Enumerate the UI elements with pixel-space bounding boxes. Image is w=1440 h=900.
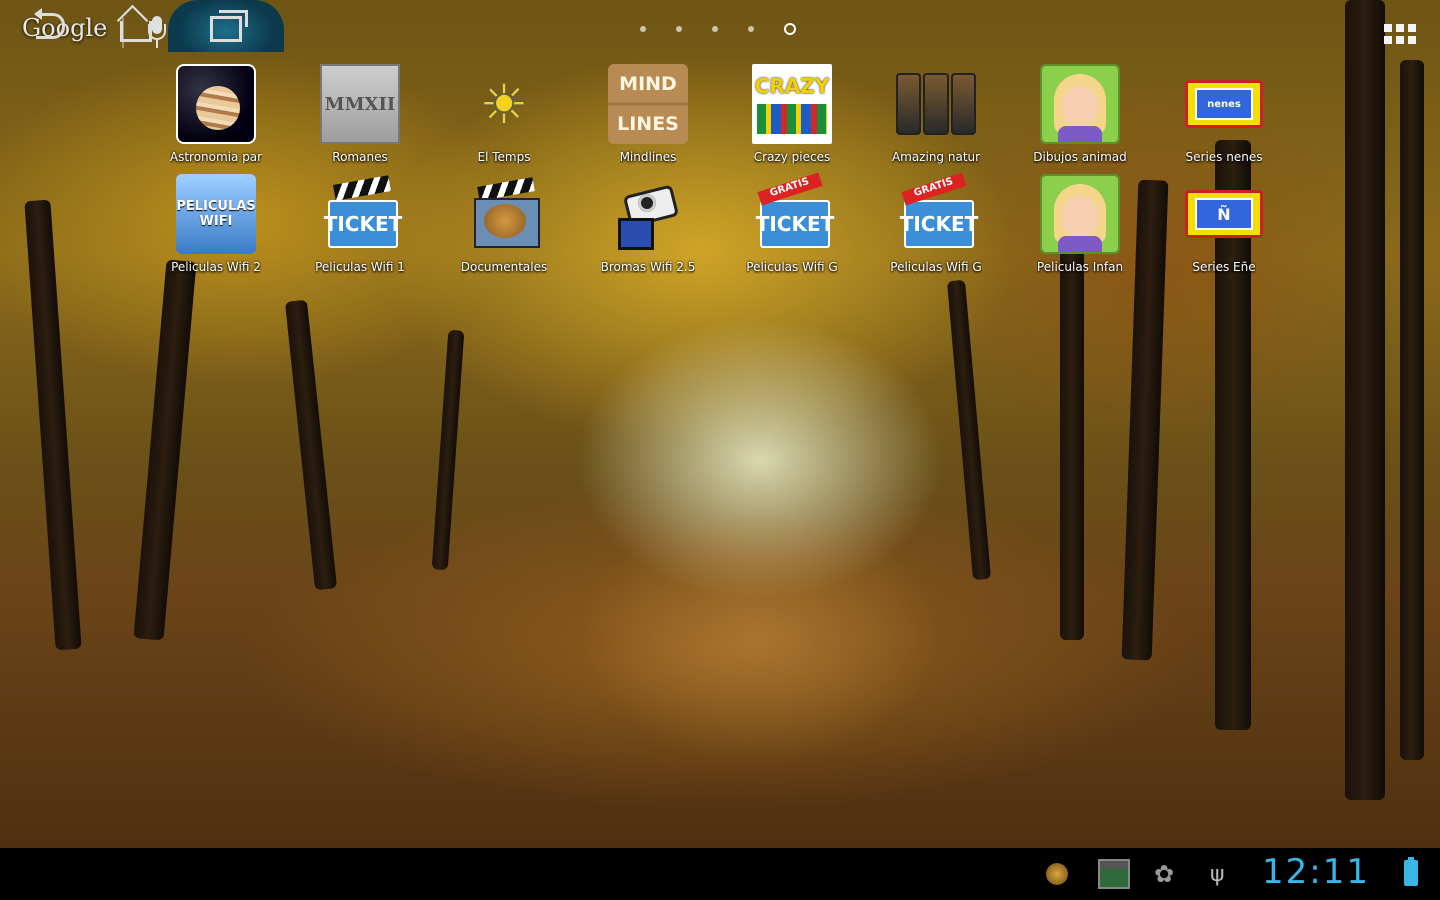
app-label: Series Eñe bbox=[1192, 260, 1256, 274]
tree-trunk bbox=[24, 199, 82, 651]
forest-path bbox=[520, 520, 1000, 848]
app-label: Documentales bbox=[460, 260, 548, 274]
cartoon-girl-icon bbox=[1040, 64, 1120, 144]
icon-text: PELICULAS bbox=[176, 199, 256, 214]
app-label: Peliculas Wifi G bbox=[890, 260, 982, 274]
notification-app-icon[interactable] bbox=[1046, 848, 1068, 900]
page-dot bbox=[676, 26, 682, 32]
app-label: Peliculas Wifi 2 bbox=[171, 260, 261, 274]
icon-text: Ñ bbox=[1195, 198, 1253, 230]
app-label: Peliculas Wifi G bbox=[746, 260, 838, 274]
recent-apps-icon bbox=[210, 10, 248, 42]
icon-text: TICKET bbox=[324, 200, 402, 248]
calendar-icon: MMXII bbox=[320, 64, 400, 144]
icon-text: nenes bbox=[1195, 88, 1253, 120]
screenshot-notification-icon[interactable] bbox=[1098, 848, 1130, 900]
tree-trunk bbox=[133, 259, 197, 641]
app-label: Crazy pieces bbox=[753, 150, 831, 164]
app-label: Astronomia par bbox=[169, 150, 263, 164]
icon-text: CRAZY bbox=[754, 74, 830, 98]
page-dot bbox=[712, 26, 718, 32]
phones-icon bbox=[896, 64, 976, 144]
icon-text: MMXII bbox=[324, 93, 396, 115]
page-indicator bbox=[640, 23, 796, 35]
cartoon-girl-icon bbox=[1040, 174, 1120, 254]
app-bromas-wifi[interactable]: Bromas Wifi 2.5 bbox=[578, 174, 718, 274]
page-dot-current bbox=[784, 23, 796, 35]
icon-text: WIFI bbox=[199, 214, 233, 229]
app-mindlines[interactable]: MIND LINES Mindlines bbox=[578, 64, 718, 164]
home-button[interactable] bbox=[106, 0, 166, 52]
peliculas-wifi-icon: PELICULAS WIFI bbox=[176, 174, 256, 254]
usb-icon[interactable]: ψ bbox=[1210, 848, 1225, 900]
astronomy-icon bbox=[176, 64, 256, 144]
icon-text: LINES bbox=[617, 113, 679, 135]
battery-icon[interactable] bbox=[1404, 857, 1418, 886]
crazy-pieces-icon: CRAZY bbox=[752, 64, 832, 144]
tree-trunk bbox=[431, 329, 465, 571]
ticket-gratis-icon: TICKET GRATIS bbox=[752, 172, 834, 254]
app-dibujos-animados[interactable]: Dibujos animad bbox=[1010, 64, 1150, 164]
tree-trunk bbox=[1345, 0, 1385, 800]
app-peliculas-wifi-2[interactable]: PELICULAS WIFI Peliculas Wifi 2 bbox=[146, 174, 286, 274]
app-label: Dibujos animad bbox=[1033, 150, 1127, 164]
app-label: Romanes bbox=[332, 150, 388, 164]
back-icon bbox=[33, 8, 65, 39]
page-dot bbox=[748, 26, 754, 32]
tv-icon: Ñ bbox=[1184, 174, 1264, 254]
documentary-icon bbox=[464, 174, 544, 254]
app-label: El Temps bbox=[477, 150, 531, 164]
tree-trunk bbox=[1060, 220, 1084, 640]
home-icon bbox=[120, 20, 152, 42]
tv-icon: nenes bbox=[1184, 64, 1264, 144]
icon-text: TICKET bbox=[900, 200, 978, 248]
app-documentales[interactable]: Documentales bbox=[434, 174, 574, 274]
mindlines-icon: MIND LINES bbox=[608, 64, 688, 144]
app-series-nenes[interactable]: nenes Series nenes bbox=[1154, 64, 1294, 164]
app-astronomia[interactable]: Astronomia par bbox=[146, 64, 286, 164]
weather-icon: ☀ bbox=[479, 72, 529, 136]
app-crazy-pieces[interactable]: CRAZY Crazy pieces bbox=[722, 64, 862, 164]
app-label: Amazing natur bbox=[891, 150, 981, 164]
app-peliculas-wifi-gratis-2[interactable]: TICKET GRATIS Peliculas Wifi G bbox=[866, 172, 1006, 274]
camera-icon bbox=[608, 174, 688, 254]
app-label: Mindlines bbox=[619, 150, 677, 164]
app-series-ene[interactable]: Ñ Series Eñe bbox=[1154, 174, 1294, 274]
app-amazing-nature[interactable]: Amazing natur bbox=[866, 64, 1006, 164]
back-button[interactable] bbox=[20, 0, 80, 52]
app-label: Peliculas Infan bbox=[1036, 260, 1124, 274]
app-el-temps[interactable]: ☀ El Temps bbox=[434, 64, 574, 165]
app-peliculas-wifi-gratis[interactable]: TICKET GRATIS Peliculas Wifi G bbox=[722, 172, 862, 274]
app-romanes[interactable]: MMXII Romanes bbox=[290, 64, 430, 164]
app-label: Bromas Wifi 2.5 bbox=[600, 260, 696, 274]
clock[interactable]: 12:11 bbox=[1262, 852, 1370, 892]
page-dot bbox=[640, 26, 646, 32]
icon-text: MIND bbox=[619, 73, 677, 95]
ticket-gratis-icon: TICKET GRATIS bbox=[896, 172, 978, 254]
app-label: Series nenes bbox=[1185, 150, 1263, 164]
icon-text: TICKET bbox=[756, 200, 834, 248]
app-peliculas-wifi-1[interactable]: TICKET Peliculas Wifi 1 bbox=[290, 174, 430, 274]
ticket-icon: TICKET bbox=[320, 174, 402, 254]
app-label: Peliculas Wifi 1 bbox=[315, 260, 405, 274]
tree-trunk bbox=[1400, 60, 1424, 760]
tree-trunk bbox=[284, 299, 338, 591]
app-peliculas-infantiles[interactable]: Peliculas Infan bbox=[1010, 174, 1150, 274]
recent-apps-button[interactable] bbox=[168, 0, 284, 52]
all-apps-icon[interactable] bbox=[1384, 24, 1416, 44]
android-debug-icon[interactable]: ✿ bbox=[1154, 848, 1174, 900]
